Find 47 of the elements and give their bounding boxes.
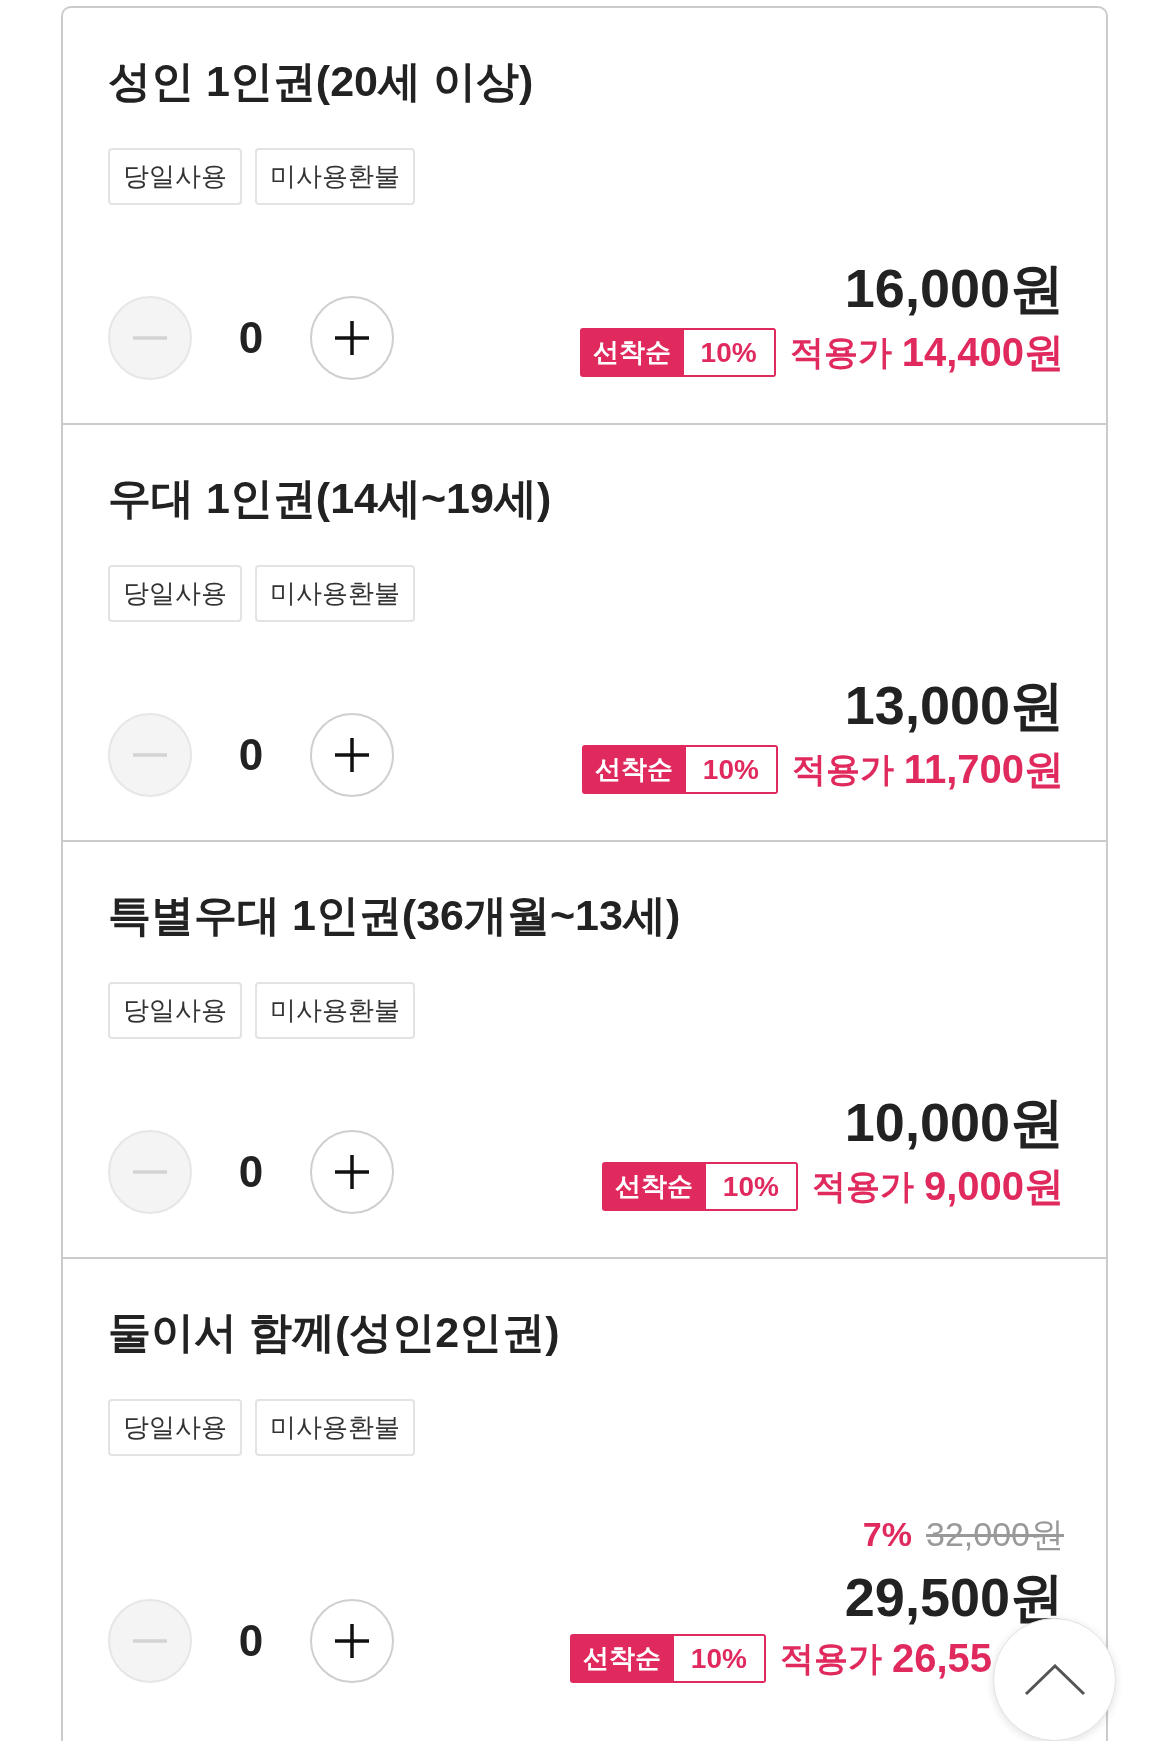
original-price: 32,000원 bbox=[926, 1514, 1064, 1555]
applied-price-label: 적용가 bbox=[779, 1637, 882, 1679]
minus-icon bbox=[133, 1639, 167, 1643]
discount-rate: 7% bbox=[862, 1514, 912, 1555]
minus-icon bbox=[133, 753, 167, 757]
minus-icon bbox=[133, 1170, 167, 1174]
ticket-title: 특별우대 1인권(36개월~13세) bbox=[108, 890, 682, 940]
ticket-tag: 당일사용 bbox=[108, 148, 242, 205]
ticket-price: 29,500원 bbox=[844, 1570, 1064, 1624]
ticket-price: 16,000원 bbox=[844, 261, 1064, 315]
ticket-tag: 미사용환불 bbox=[255, 565, 415, 622]
applied-price: 9,000원 bbox=[923, 1163, 1064, 1210]
ticket-title: 성인 1인권(20세 이상) bbox=[108, 56, 535, 106]
applied-price: 14,400원 bbox=[901, 329, 1064, 376]
applied-price-label: 적용가 bbox=[811, 1165, 914, 1207]
promo-rate: 10% bbox=[685, 745, 778, 794]
ticket-tag: 당일사용 bbox=[108, 982, 242, 1039]
plus-icon bbox=[335, 1624, 369, 1658]
plus-icon bbox=[335, 321, 369, 355]
ticket-price: 10,000원 bbox=[844, 1095, 1064, 1149]
quantity-value: 0 bbox=[237, 730, 265, 780]
ticket-tag: 미사용환불 bbox=[255, 1399, 415, 1456]
promo-rate: 10% bbox=[673, 1634, 766, 1683]
ticket-price: 13,000원 bbox=[844, 678, 1064, 732]
ticket-tag: 당일사용 bbox=[108, 565, 242, 622]
plus-icon bbox=[335, 738, 369, 772]
ticket-tag: 미사용환불 bbox=[255, 148, 415, 205]
ticket-tag: 당일사용 bbox=[108, 1399, 242, 1456]
ticket-title: 우대 1인권(14세~19세) bbox=[108, 473, 553, 523]
promo-label: 선착순 bbox=[579, 328, 684, 377]
promo-label: 선착순 bbox=[569, 1634, 674, 1683]
promo-label: 선착순 bbox=[581, 745, 686, 794]
ticket-title: 둘이서 함께(성인2인권) bbox=[108, 1307, 561, 1357]
quantity-value: 0 bbox=[237, 313, 265, 363]
chevron-up-icon bbox=[1023, 1663, 1086, 1696]
promo-rate: 10% bbox=[705, 1162, 798, 1211]
minus-icon bbox=[133, 336, 167, 340]
quantity-value: 0 bbox=[237, 1616, 265, 1666]
applied-price-label: 적용가 bbox=[791, 748, 894, 790]
quantity-value: 0 bbox=[237, 1147, 265, 1197]
promo-rate: 10% bbox=[683, 328, 776, 377]
ticket-tag: 미사용환불 bbox=[255, 982, 415, 1039]
applied-price: 26,55 bbox=[891, 1636, 992, 1681]
applied-price-label: 적용가 bbox=[789, 331, 892, 373]
promo-label: 선착순 bbox=[601, 1162, 706, 1211]
plus-icon bbox=[335, 1155, 369, 1189]
applied-price: 11,700원 bbox=[903, 746, 1064, 793]
